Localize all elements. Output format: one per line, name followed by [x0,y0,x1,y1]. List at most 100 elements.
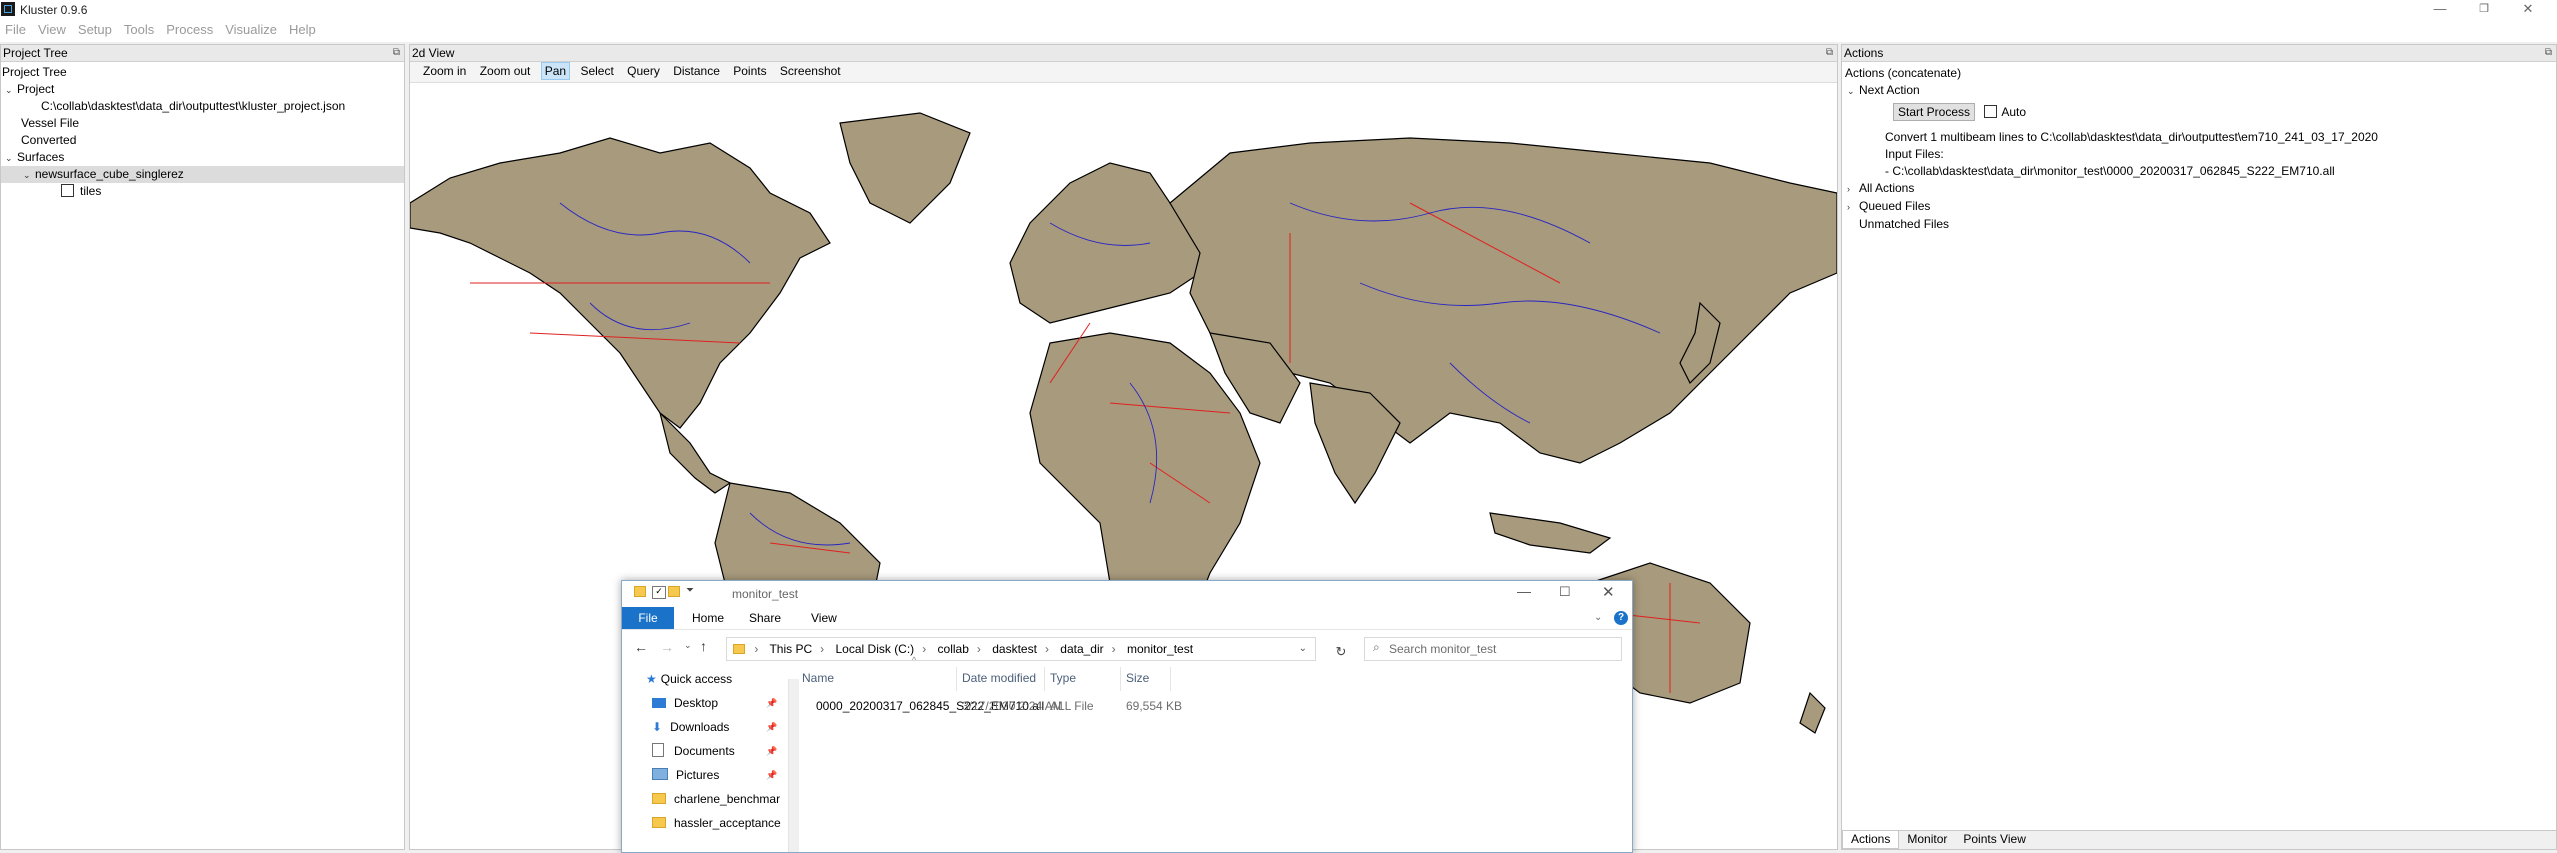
chevron-down-icon[interactable]: ⌄ [1847,83,1859,100]
zoom-in-button[interactable]: Zoom in [420,62,469,80]
close-icon[interactable]: ✕ [1602,583,1615,601]
unmatched-files-node[interactable]: Unmatched Files [1845,216,2556,233]
ribbon-tab-home[interactable]: Home [692,607,724,629]
tree-item-project[interactable]: ⌄ Project [1,81,404,98]
ribbon-tab-file[interactable]: File [622,607,674,629]
pin-icon[interactable]: 📌 [766,691,777,715]
tab-points-view[interactable]: Points View [1955,831,2033,848]
next-action-node[interactable]: ⌄ Next Action [1845,82,2556,100]
breadcrumb-local-disk[interactable]: Local Disk (C:) [836,642,915,656]
screenshot-button[interactable]: Screenshot [777,62,844,80]
breadcrumb-collab[interactable]: collab [938,642,969,656]
nav-pictures[interactable]: Pictures 📌 [622,763,788,787]
tree-item-tiles[interactable]: tiles [1,183,404,200]
recent-locations-icon[interactable]: ⌄ [684,640,692,651]
points-button[interactable]: Points [730,62,769,80]
menu-help[interactable]: Help [289,20,316,37]
address-bar[interactable]: › This PC › Local Disk (C:) › collab › dask… [726,637,1316,661]
restore-button[interactable]: ❐ [2462,0,2506,20]
col-size[interactable]: Size [1126,671,1149,685]
folder-icon [733,644,745,654]
tree-item-surface[interactable]: ⌄ newsurface_cube_singlerez [1,166,404,183]
forward-arrow-icon[interactable]: → [660,639,674,655]
project-tree-header: Project Tree ⧉ [1,45,404,62]
tiles-checkbox[interactable] [61,184,74,197]
column-divider[interactable] [1044,667,1045,691]
pin-icon[interactable]: 📌 [766,763,777,787]
nav-documents[interactable]: Documents 📌 [622,739,788,763]
chevron-down-icon[interactable]: ⌄ [23,167,35,184]
breadcrumb-monitor-test[interactable]: monitor_test [1127,642,1193,656]
col-date-modified[interactable]: Date modified [962,671,1036,685]
ribbon-tab-view[interactable]: View [811,607,837,629]
nav-charlene[interactable]: charlene_benchmar [622,787,788,811]
chevron-right-icon[interactable]: › [1847,181,1859,198]
nav-hassler[interactable]: hassler_acceptance [622,811,788,835]
pin-icon[interactable]: 📌 [766,739,777,763]
breadcrumb-data-dir[interactable]: data_dir [1060,642,1103,656]
nav-desktop[interactable]: Desktop 📌 [622,691,788,715]
menu-view[interactable]: View [38,20,66,37]
nav-label: Desktop [674,696,719,710]
menu-process[interactable]: Process [166,20,213,37]
column-divider[interactable] [956,667,957,691]
column-divider[interactable] [1120,667,1121,691]
query-button[interactable]: Query [624,62,663,80]
distance-button[interactable]: Distance [670,62,723,80]
maximize-icon[interactable]: ☐ [1559,584,1571,600]
close-button[interactable]: ✕ [2506,0,2550,20]
help-icon[interactable]: ? [1614,611,1628,625]
column-divider[interactable] [1170,667,1171,691]
table-row[interactable]: 0000_20200317_062845_S222_EM710.all 3/17… [802,695,1632,719]
menu-setup[interactable]: Setup [78,20,112,37]
col-name[interactable]: Name [802,671,834,685]
minimize-icon[interactable]: — [1517,583,1531,599]
menu-visualize[interactable]: Visualize [225,20,277,37]
sort-ascending-icon[interactable]: ^ [912,655,916,665]
undock-icon[interactable]: ⧉ [2545,45,2552,61]
expand-ribbon-icon[interactable]: ⌄ [1594,607,1602,629]
nav-label: Pictures [676,768,720,782]
menu-file[interactable]: File [5,20,26,37]
undock-icon[interactable]: ⧉ [393,45,400,61]
search-input[interactable]: Search monitor_test [1389,642,1496,656]
tree-item-project-path[interactable]: C:\collab\dasktest\data_dir\outputtest\k… [1,98,404,115]
refresh-icon[interactable]: ↻ [1330,641,1352,663]
breadcrumb-sep-icon: › [754,642,759,656]
start-process-button[interactable]: Start Process [1893,103,1976,121]
nav-scrollbar[interactable] [788,679,799,852]
new-folder-icon[interactable] [668,586,680,597]
all-actions-node[interactable]: › All Actions [1845,180,2556,198]
chevron-down-icon[interactable]: ⌄ [5,82,17,99]
chevron-down-icon[interactable]: ⏷ [686,585,694,596]
menu-tools[interactable]: Tools [124,20,154,37]
col-type[interactable]: Type [1050,671,1076,685]
zoom-out-button[interactable]: Zoom out [477,62,534,80]
tab-actions[interactable]: Actions [1842,831,1900,849]
file-explorer-window: ✓ ⏷ monitor_test — ☐ ✕ File Home Share V… [621,580,1633,853]
pin-icon[interactable]: 📌 [766,715,777,739]
pan-button[interactable]: Pan [540,62,571,80]
nav-quick-access[interactable]: ★ Quick access [622,667,788,691]
up-arrow-icon[interactable]: ↑ [700,638,707,654]
auto-checkbox[interactable] [1984,105,1998,118]
breadcrumb-sep-icon: › [1111,642,1116,656]
nav-downloads[interactable]: ⬇ Downloads 📌 [622,715,788,739]
breadcrumb-dasktest[interactable]: dasktest [992,642,1037,656]
queued-files-node[interactable]: › Queued Files [1845,198,2556,216]
search-box[interactable]: ⌕ Search monitor_test [1364,637,1622,661]
minimize-button[interactable]: — [2418,0,2462,20]
back-arrow-icon[interactable]: ← [634,639,648,655]
address-dropdown-icon[interactable]: ⌄ [1299,638,1307,660]
chevron-down-icon[interactable]: ⌄ [5,150,17,167]
tree-item-converted[interactable]: Converted [1,132,404,149]
breadcrumb-this-pc[interactable]: This PC [769,642,812,656]
select-button[interactable]: Select [577,62,616,80]
ribbon-tab-share[interactable]: Share [749,607,781,629]
tree-item-surfaces[interactable]: ⌄ Surfaces [1,149,404,166]
tab-monitor[interactable]: Monitor [1899,831,1955,848]
tree-item-vessel-file[interactable]: Vessel File [1,115,404,132]
undock-icon[interactable]: ⧉ [1826,45,1833,61]
properties-icon[interactable]: ✓ [652,586,666,599]
chevron-right-icon[interactable]: › [1847,199,1859,216]
